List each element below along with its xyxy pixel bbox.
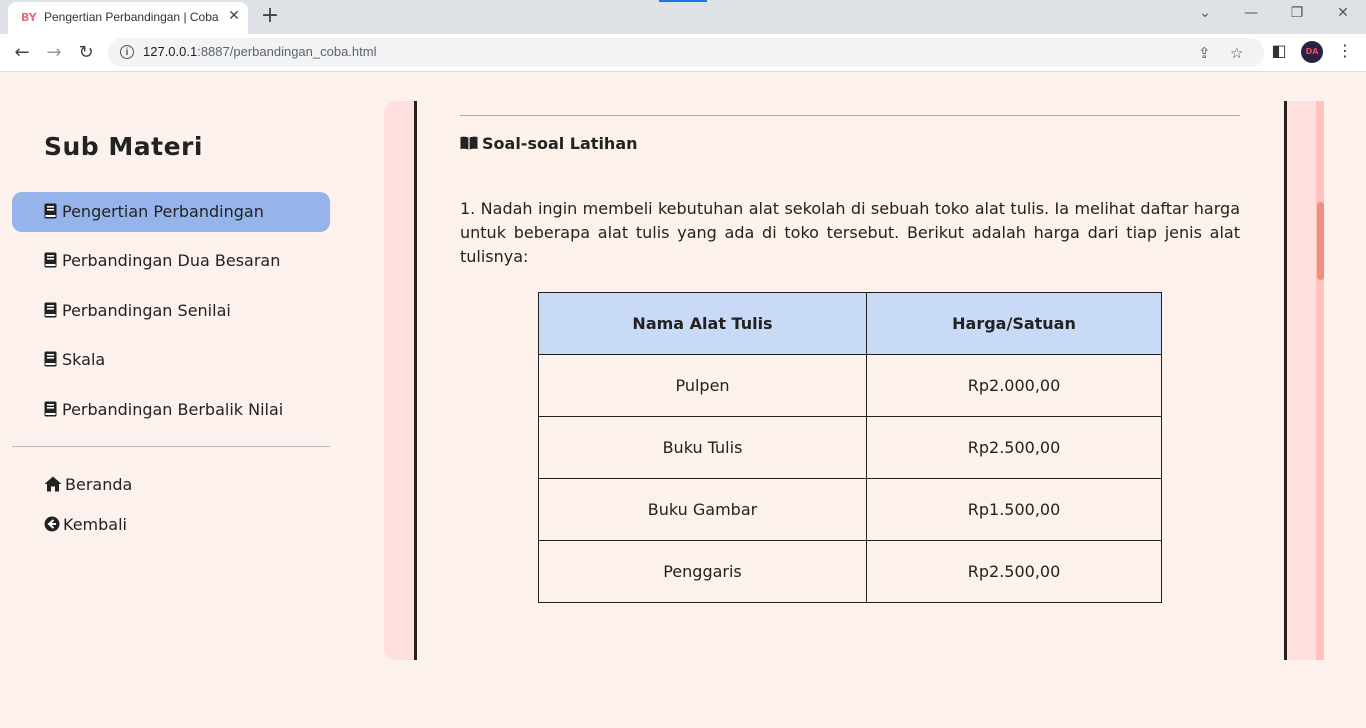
content-card: Soal-soal Latihan 1. Nadah ingin membeli… (414, 101, 1287, 660)
open-book-icon (460, 136, 478, 150)
tab-title: Pengertian Perbandingan | Coba (44, 10, 219, 24)
browser-tab[interactable]: BY Pengertian Perbandingan | Coba ✕ (8, 2, 248, 34)
home-icon (44, 476, 62, 492)
sidebar-divider (12, 446, 330, 447)
kembali-label: Kembali (63, 515, 127, 534)
column-header: Harga/Satuan (866, 292, 1162, 355)
url-text[interactable]: 127.0.0.1:8887/perbandingan_coba.html (143, 44, 376, 59)
table-cell: Rp2.000,00 (866, 354, 1162, 417)
sidepanel-icon[interactable]: ◧ (1268, 41, 1290, 60)
table-cell: Rp2.500,00 (866, 416, 1162, 479)
address-bar[interactable]: i 127.0.0.1:8887/perbandingan_coba.html … (108, 38, 1264, 67)
sidebar-item-label: Perbandingan Dua Besaran (62, 251, 281, 270)
restore-icon[interactable]: ❐ (1282, 5, 1312, 21)
reload-icon[interactable]: ↻ (74, 41, 98, 65)
table-row: Penggaris Rp2.500,00 (538, 540, 1162, 603)
star-icon[interactable]: ☆ (1230, 44, 1243, 62)
beranda-link[interactable]: Beranda (44, 475, 132, 494)
favicon-icon: BY (21, 11, 37, 24)
question-text: 1. Nadah ingin membeli kebutuhan alat se… (460, 199, 1240, 266)
browser-tab-strip: BY Pengertian Perbandingan | Coba ✕ + ⌄ … (0, 0, 1366, 34)
new-tab-button[interactable]: + (258, 5, 282, 29)
section-title-text: Soal-soal Latihan (482, 134, 638, 153)
table-cell: Penggaris (538, 540, 867, 603)
price-table: Nama Alat Tulis Harga/Satuan Pulpen Rp2.… (538, 292, 1162, 603)
back-icon[interactable]: ← (10, 41, 34, 65)
sidebar-item-pengertian-perbandingan[interactable]: Pengertian Perbandingan (12, 192, 330, 232)
scrollbar-track[interactable] (1316, 101, 1324, 660)
window-close-icon[interactable]: ✕ (1328, 5, 1358, 21)
table-row: Pulpen Rp2.000,00 (538, 354, 1162, 417)
sidebar-item-label: Perbandingan Senilai (62, 301, 231, 320)
info-icon[interactable]: i (120, 45, 134, 59)
book-icon (44, 401, 57, 417)
sidebar-item-label: Perbandingan Berbalik Nilai (62, 400, 284, 419)
arrow-left-circle-icon (44, 516, 60, 532)
table-header-row: Nama Alat Tulis Harga/Satuan (538, 292, 1162, 355)
minimize-icon[interactable]: — (1236, 5, 1266, 21)
book-icon (44, 351, 57, 367)
book-icon (44, 203, 57, 219)
table-cell: Buku Tulis (538, 416, 867, 479)
kembali-link[interactable]: Kembali (44, 515, 127, 534)
sidebar-item-label: Pengertian Perbandingan (62, 202, 264, 221)
sidebar-item-perbandingan-dua-besaran[interactable]: Perbandingan Dua Besaran (12, 241, 330, 281)
sidebar-title: Sub Materi (44, 132, 203, 161)
browser-toolbar: ← → ↻ i 127.0.0.1:8887/perbandingan_coba… (0, 34, 1366, 72)
tab-search-icon[interactable]: ⌄ (1190, 5, 1220, 21)
scrollbar-thumb[interactable] (1317, 202, 1324, 280)
table-cell: Pulpen (538, 354, 867, 417)
table-cell: Rp1.500,00 (866, 478, 1162, 541)
column-header: Nama Alat Tulis (538, 292, 867, 355)
sidebar-item-label: Skala (62, 350, 106, 369)
table-row: Buku Gambar Rp1.500,00 (538, 478, 1162, 541)
table-cell: Buku Gambar (538, 478, 867, 541)
table-cell: Rp2.500,00 (866, 540, 1162, 603)
book-icon (44, 252, 57, 268)
sidebar-item-perbandingan-berbalik-nilai[interactable]: Perbandingan Berbalik Nilai (12, 390, 330, 430)
section-divider (460, 115, 1240, 116)
tab-strip-indicator (659, 0, 707, 2)
section-title: Soal-soal Latihan (460, 134, 638, 153)
book-icon (44, 302, 57, 318)
kebab-menu-icon[interactable]: ⋮ (1334, 41, 1356, 60)
table-row: Buku Tulis Rp2.500,00 (538, 416, 1162, 479)
sidebar-item-skala[interactable]: Skala (12, 340, 330, 380)
sidebar-item-perbandingan-senilai[interactable]: Perbandingan Senilai (12, 291, 330, 331)
beranda-label: Beranda (65, 475, 133, 494)
close-tab-icon[interactable]: ✕ (226, 8, 242, 24)
share-icon[interactable]: ⇪ (1198, 44, 1211, 62)
forward-icon[interactable]: → (42, 41, 66, 65)
avatar[interactable]: DA (1301, 41, 1323, 63)
